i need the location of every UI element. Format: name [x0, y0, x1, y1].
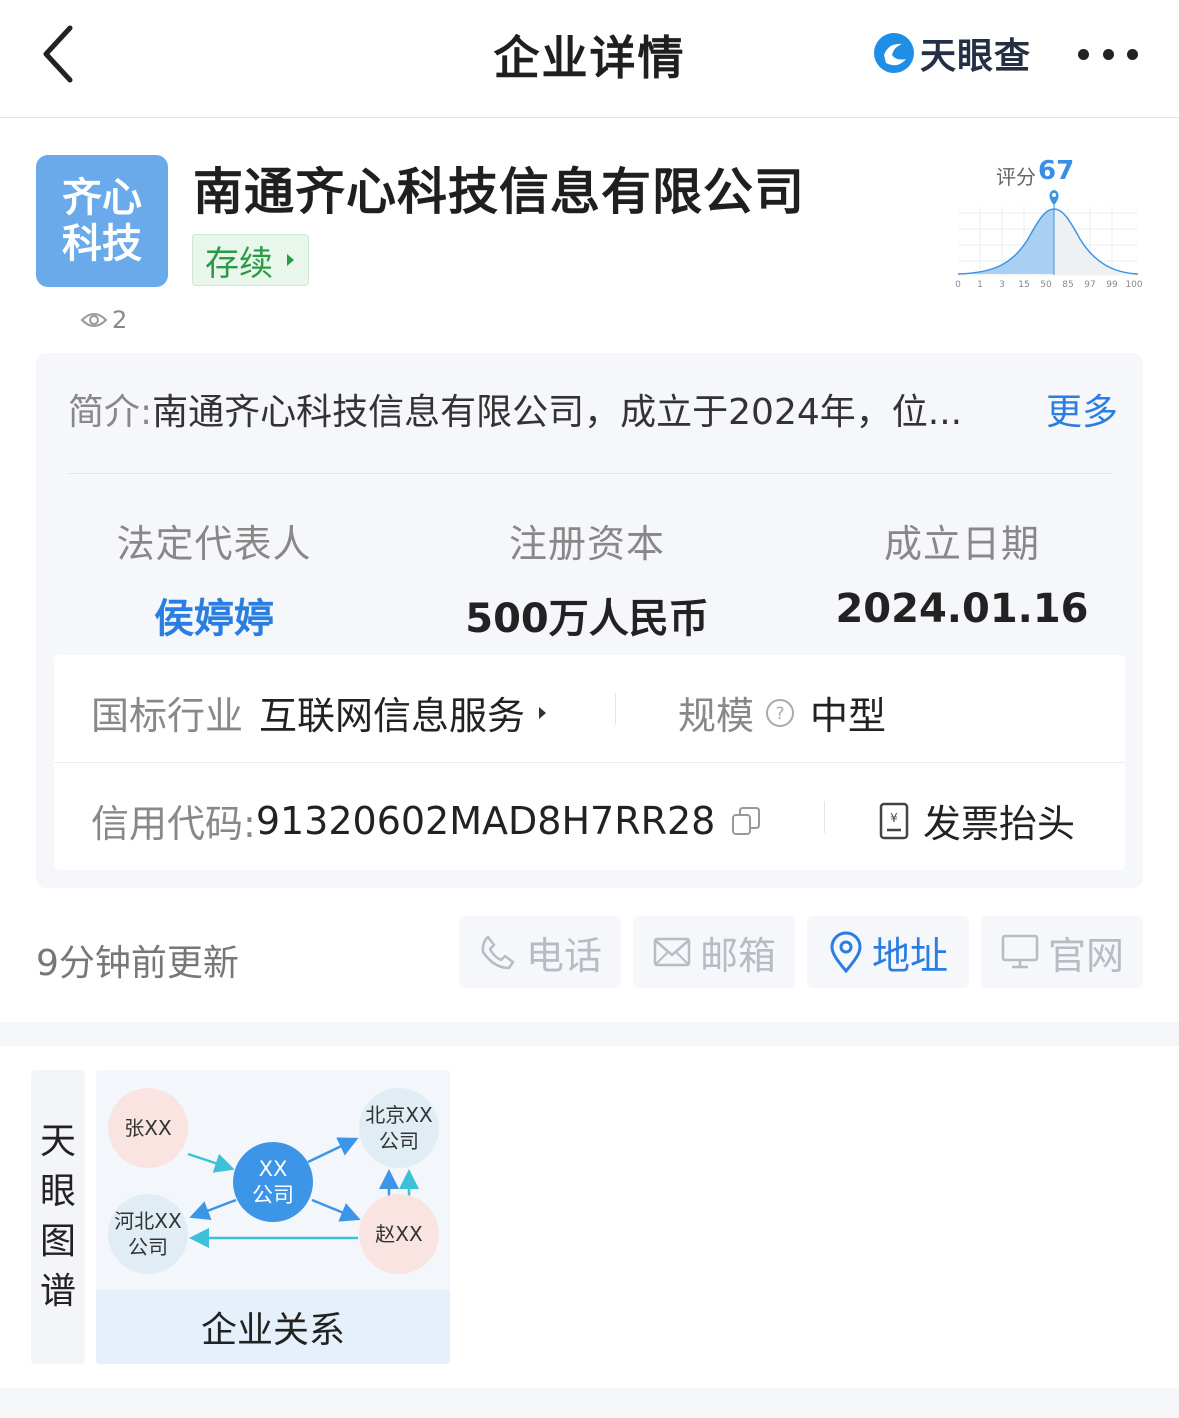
industry-value: 互联网信息服务: [259, 694, 526, 738]
tianyan-graph-tag: 天 眼 图 谱: [31, 1070, 85, 1364]
capital-stat: 注册资本 500万人民币: [417, 513, 757, 644]
graph-node-person: 张XX: [108, 1088, 188, 1168]
more-dots-icon[interactable]: [1078, 46, 1138, 62]
intro-row: 简介:南通齐心科技信息有限公司，成立于2024年，位... 更多: [68, 383, 1118, 435]
graph-tag-char: 谱: [39, 1271, 76, 1312]
industry-label: 国标行业: [91, 694, 244, 738]
graph-node-label: 张XX: [124, 1116, 172, 1140]
capital-label: 注册资本: [508, 522, 665, 566]
mail-icon: [653, 937, 691, 967]
address-label: 地址: [871, 933, 948, 978]
founded-label: 成立日期: [883, 522, 1040, 566]
eye-icon: [80, 313, 108, 327]
founded-stat: 成立日期 2024.01.16: [792, 513, 1132, 632]
score-chart[interactable]: 评分 67 0 1 3 15 50 85 97 99 100: [952, 155, 1148, 295]
industry-field[interactable]: 国标行业 互联网信息服务: [91, 685, 547, 740]
score-tick: 3: [999, 280, 1005, 290]
score-tick: 99: [1106, 280, 1118, 290]
invoice-icon: ¥: [879, 802, 909, 839]
company-info-card: 简介:南通齐心科技信息有限公司，成立于2024年，位... 更多 法定代表人 侯…: [36, 353, 1143, 888]
caret-right-icon: [287, 254, 294, 266]
divider: [68, 473, 1113, 474]
phone-label: 电话: [525, 933, 602, 978]
industry-scale-row: 国标行业 互联网信息服务 规模 ? 中型: [54, 655, 1125, 763]
caret-right-icon: [539, 706, 547, 719]
monitor-icon: [1001, 934, 1039, 969]
graph-caption: 企业关系: [96, 1290, 450, 1364]
credit-label: 信用代码:: [91, 802, 256, 846]
enterprise-relation-card[interactable]: 张XX XX 公司 北京XX 公司 河北XX 公司 赵XX 企业关系: [96, 1070, 450, 1364]
score-tick: 97: [1084, 280, 1095, 290]
phone-icon: [481, 935, 515, 970]
top-nav-bar: 企业详情 天眼查: [0, 0, 1179, 118]
address-button[interactable]: 地址: [807, 916, 969, 988]
scale-value: 中型: [810, 694, 887, 738]
website-button[interactable]: 官网: [981, 916, 1143, 988]
graph-node-company: 北京XX 公司: [359, 1088, 439, 1168]
brand-logo: 天眼查: [872, 30, 1032, 77]
divider: [615, 693, 616, 725]
graph-node-label: 河北XX 公司: [114, 1209, 182, 1259]
score-label: 评分: [996, 165, 1036, 189]
website-label: 官网: [1047, 933, 1124, 978]
details-card: 国标行业 互联网信息服务 规模 ? 中型 信用代码: 91320602MAD8H…: [54, 655, 1125, 870]
invoice-label: 发票抬头: [923, 802, 1076, 846]
score-tick: 85: [1062, 280, 1073, 290]
intro-more-link[interactable]: 更多: [1035, 383, 1118, 435]
score-tick: 50: [1040, 280, 1052, 290]
credit-invoice-row: 信用代码: 91320602MAD8H7RR28 ¥ 发票抬头: [54, 763, 1125, 870]
invoice-title-button[interactable]: ¥ 发票抬头: [879, 793, 1075, 848]
brand-name: 天眼查: [920, 36, 1032, 77]
svg-text:¥: ¥: [890, 811, 898, 825]
graph-tag-char: 图: [39, 1221, 76, 1262]
graph-tag-char: 眼: [39, 1171, 76, 1212]
section-separator: [0, 1388, 1179, 1418]
status-text: 存续: [205, 243, 273, 284]
email-label: 邮箱: [699, 933, 776, 978]
company-logo: 齐心 科技: [36, 155, 168, 287]
score-axis-ticks: 0 1 3 15 50 85 97 99 100: [955, 280, 1143, 290]
graph-node-company: 河北XX 公司: [108, 1194, 188, 1274]
svg-text:?: ?: [776, 704, 785, 724]
founded-value: 2024.01.16: [835, 586, 1089, 632]
tianyancha-logo-icon: [874, 33, 914, 73]
credit-value: 91320602MAD8H7RR28: [255, 798, 716, 843]
intro-label: 简介:: [68, 392, 153, 433]
legal-rep-stat: 法定代表人 侯婷婷: [44, 513, 384, 644]
company-logo-line2: 科技: [62, 221, 142, 267]
graph-node-label: 赵XX: [375, 1222, 423, 1246]
score-tick: 15: [1018, 280, 1029, 290]
scale-label: 规模: [678, 694, 755, 738]
company-logo-line1: 齐心: [62, 175, 142, 221]
graph-tag-char: 天: [39, 1121, 76, 1162]
location-pin-icon: [830, 931, 862, 973]
score-tick: 1: [977, 280, 983, 290]
capital-value: 500万人民币: [465, 596, 709, 642]
graph-node-label: XX 公司: [252, 1157, 294, 1207]
intro-text: 南通齐心科技信息有限公司，成立于2024年，位...: [152, 392, 963, 433]
email-button[interactable]: 邮箱: [633, 916, 795, 988]
graph-node-person: 赵XX: [359, 1194, 439, 1274]
copy-icon[interactable]: [731, 806, 761, 836]
company-name: 南通齐心科技信息有限公司: [193, 163, 805, 221]
phone-button[interactable]: 电话: [459, 916, 621, 988]
divider: [824, 801, 825, 833]
section-separator: [0, 1022, 1179, 1046]
updated-time: 9分钟前更新: [36, 943, 239, 984]
help-icon[interactable]: ?: [764, 697, 796, 729]
view-count: 2: [80, 306, 127, 334]
score-tick: 100: [1125, 280, 1142, 290]
score-tick: 0: [955, 280, 961, 290]
status-badge[interactable]: 存续: [192, 234, 309, 286]
graph-node-center: XX 公司: [233, 1142, 313, 1222]
legal-rep-link[interactable]: 侯婷婷: [44, 586, 384, 644]
scale-field: 规模 ? 中型: [678, 685, 886, 740]
credit-code-field: 信用代码: 91320602MAD8H7RR28: [91, 793, 761, 848]
view-count-value: 2: [112, 306, 128, 334]
legal-rep-label: 法定代表人: [116, 522, 312, 566]
score-value: 67: [1038, 156, 1075, 186]
graph-node-label: 北京XX 公司: [365, 1103, 433, 1153]
